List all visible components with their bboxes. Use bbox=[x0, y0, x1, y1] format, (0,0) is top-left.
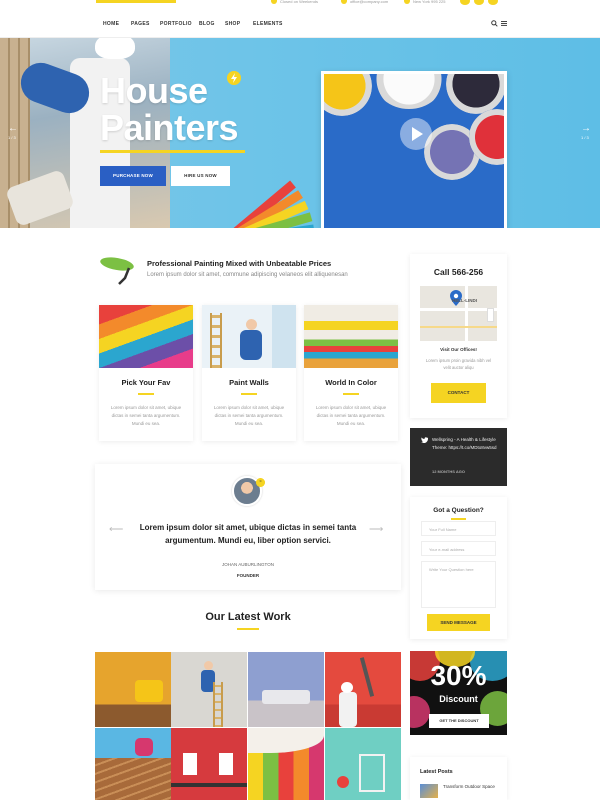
card-image-painter bbox=[202, 305, 296, 368]
hero-counter-left: 1 / 3 bbox=[8, 135, 16, 140]
send-message-button[interactable]: SEND MESSAGE bbox=[427, 614, 490, 631]
visit-text: Lorem ipsum proin gravida nibh vel velit… bbox=[425, 358, 492, 370]
card-text: Lorem ipsum dolor sit amet, ubique dicta… bbox=[315, 405, 387, 426]
map-label: HELL-LINDI bbox=[452, 298, 477, 303]
call-title: Call 566-256 bbox=[433, 267, 484, 277]
service-card-pick[interactable]: Pick Your Fav Lorem ipsum dolor sit amet… bbox=[99, 305, 193, 441]
nav-item-pages[interactable]: PAGES bbox=[131, 21, 150, 27]
paint-can-white bbox=[374, 74, 444, 109]
tweet-widget: Wellspring - A Health & Lifestyle Theme:… bbox=[410, 428, 507, 486]
question-title: Got a Question? bbox=[433, 507, 484, 514]
question-textarea[interactable]: Write Your Question here bbox=[421, 561, 496, 608]
nav-item-elements[interactable]: ELEMENTS bbox=[253, 21, 283, 27]
twitter-icon bbox=[421, 437, 428, 443]
phone-text[interactable]: New York 995 225 bbox=[413, 0, 445, 4]
svg-text:”: ” bbox=[260, 481, 262, 487]
intro-subtitle: Lorem ipsum dolor sit amet, commune adip… bbox=[147, 272, 348, 278]
service-card-walls[interactable]: Paint Walls Lorem ipsum dolor sit amet, … bbox=[202, 305, 296, 441]
tweet-text[interactable]: Wellspring - A Health & Lifestyle Theme:… bbox=[432, 436, 498, 452]
question-form: Got a Question? Your Full Name Your e-ma… bbox=[410, 497, 507, 639]
card-image-swatches bbox=[99, 305, 193, 368]
gallery-item-sofa[interactable] bbox=[248, 652, 324, 727]
hire-us-button[interactable]: HIRE US NOW bbox=[171, 166, 230, 186]
discount-banner[interactable]: 30% Discount GET THE DISCOUNT bbox=[410, 651, 507, 735]
gallery-item-deck-stain[interactable] bbox=[95, 728, 171, 800]
bolt-icon bbox=[227, 71, 241, 85]
hero-next-arrow[interactable]: → bbox=[581, 123, 591, 134]
contact-button[interactable]: CONTACT bbox=[431, 383, 486, 403]
main-nav: HOME PAGES PORTFOLIO BLOG SHOP ELEMENTS bbox=[0, 12, 600, 38]
question-bar bbox=[451, 518, 466, 520]
nav-item-shop[interactable]: SHOP bbox=[225, 21, 240, 27]
instagram-icon[interactable] bbox=[488, 0, 498, 5]
top-strip: Closed on Weekends office@company.com Ne… bbox=[0, 0, 600, 12]
card-text: Lorem ipsum dolor sit amet, ubique dicta… bbox=[213, 405, 285, 426]
name-field[interactable]: Your Full Name bbox=[421, 521, 496, 536]
hero-counter-right: 1 / 3 bbox=[581, 135, 589, 140]
get-discount-button[interactable]: GET THE DISCOUNT bbox=[429, 714, 489, 728]
hero-prev-arrow[interactable]: ← bbox=[8, 123, 18, 134]
paint-can-yellow bbox=[324, 74, 372, 116]
latest-work-bar bbox=[237, 628, 259, 630]
latest-work-title: Our Latest Work bbox=[205, 611, 291, 623]
search-icon[interactable] bbox=[491, 20, 498, 27]
email-text[interactable]: office@company.com bbox=[350, 0, 388, 4]
testimonial-card: ” ⟵ Lorem ipsum dolor sit amet, ubique d… bbox=[95, 464, 401, 590]
phone-icon bbox=[404, 0, 410, 4]
card-image-brushes bbox=[304, 305, 398, 368]
purchase-now-button[interactable]: PURCHASE NOW bbox=[100, 166, 166, 186]
intro-title: Professional Painting Mixed with Unbeata… bbox=[147, 259, 332, 268]
menu-icon[interactable] bbox=[501, 21, 507, 26]
paint-can-black bbox=[446, 74, 504, 114]
gallery-item-teal-room[interactable] bbox=[325, 728, 401, 800]
post-link[interactable]: Transform Outdoor Space bbox=[443, 783, 503, 790]
video-thumbnail[interactable] bbox=[321, 71, 507, 228]
tweet-time: 12 MONTHS AGO bbox=[432, 469, 465, 474]
card-accent-bar bbox=[241, 393, 257, 395]
card-accent-bar bbox=[138, 393, 154, 395]
card-title: World In Color bbox=[325, 378, 377, 387]
latest-posts-title: Latest Posts bbox=[420, 769, 453, 775]
hero-underline bbox=[100, 150, 245, 153]
card-title: Paint Walls bbox=[229, 378, 269, 387]
visit-title: Visit Our Offices! bbox=[440, 347, 477, 352]
hero-slider: House Painters PURCHASE NOW HIRE US NOW … bbox=[0, 38, 600, 228]
email-field[interactable]: Your e-mail address bbox=[421, 541, 496, 556]
post-thumbnail[interactable] bbox=[420, 784, 438, 798]
gallery-item-rainbow-wall[interactable] bbox=[248, 728, 324, 800]
discount-percent: 30% bbox=[430, 660, 487, 691]
gallery-item-yellow-room[interactable] bbox=[95, 652, 171, 727]
clock-icon bbox=[271, 0, 277, 4]
card-accent-bar bbox=[343, 393, 359, 395]
nav-item-home[interactable]: HOME bbox=[103, 21, 119, 27]
facebook-icon[interactable] bbox=[460, 0, 470, 5]
testimonial-name: JOHAN AUBURLINGTON bbox=[222, 562, 274, 567]
gallery-item-ladder-painter[interactable] bbox=[171, 652, 247, 727]
gallery-item-red-wall[interactable] bbox=[325, 652, 401, 727]
testimonial-next-arrow[interactable]: ⟶ bbox=[369, 524, 383, 535]
testimonial-role: FOUNDER bbox=[236, 573, 260, 578]
nav-item-portfolio[interactable]: PORTFOLIO bbox=[160, 21, 192, 27]
hero-title-line2: Painters bbox=[100, 107, 239, 148]
gallery-item-red-house[interactable] bbox=[171, 728, 247, 800]
nav-item-blog[interactable]: BLOG bbox=[199, 21, 215, 27]
testimonial-prev-arrow[interactable]: ⟵ bbox=[109, 524, 123, 535]
quote-icon: ” bbox=[256, 478, 265, 487]
paint-roller-icon bbox=[100, 257, 134, 285]
discount-label: Discount bbox=[439, 694, 478, 704]
play-icon[interactable] bbox=[400, 118, 432, 150]
twitter-social-icon[interactable] bbox=[474, 0, 484, 5]
opening-hours: Closed on Weekends bbox=[280, 0, 318, 4]
card-text: Lorem ipsum dolor sit amet, ubique dicta… bbox=[110, 405, 182, 426]
card-title: Pick Your Fav bbox=[121, 378, 171, 387]
logo-underline bbox=[96, 0, 176, 3]
service-card-color[interactable]: World In Color Lorem ipsum dolor sit ame… bbox=[304, 305, 398, 441]
location-map[interactable]: HELL-LINDI bbox=[420, 286, 497, 341]
mail-icon bbox=[341, 0, 347, 4]
call-widget: Call 566-256 HELL-LINDI Visit Our Office… bbox=[410, 254, 507, 418]
latest-posts-widget: Latest Posts Transform Outdoor Space bbox=[410, 757, 507, 800]
hero-title-line1: House bbox=[100, 70, 208, 111]
testimonial-quote: Lorem ipsum dolor sit amet, ubique dicta… bbox=[139, 523, 357, 545]
